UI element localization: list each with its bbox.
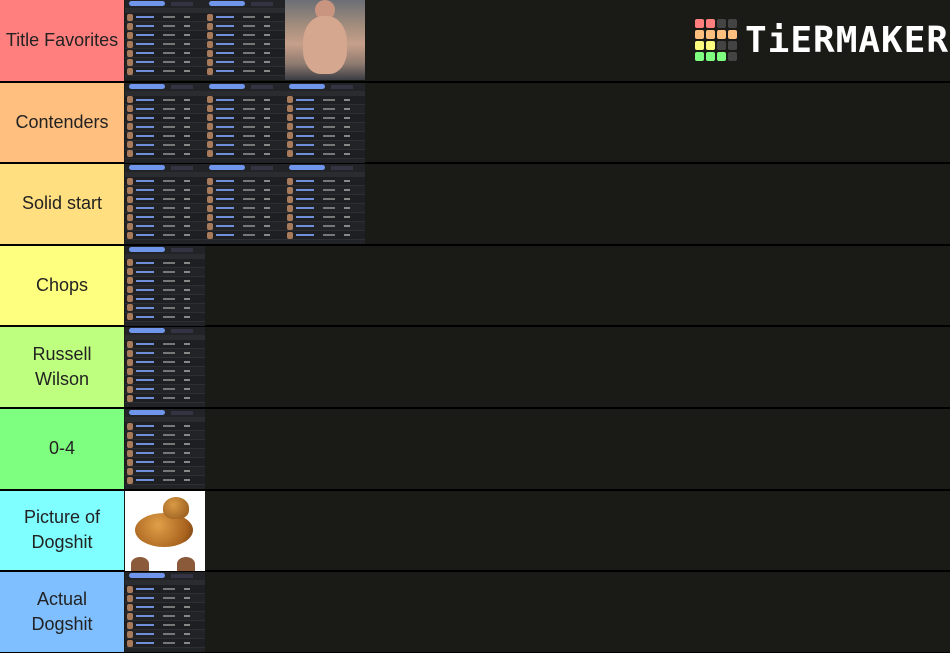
logo-grid-cell <box>728 41 737 50</box>
roster-screenshot[interactable] <box>205 82 285 163</box>
tier-board: Title Favorites Contenders Solid start Chop… <box>0 0 950 653</box>
tier-items <box>124 490 950 571</box>
roster-screenshot[interactable] <box>125 572 205 653</box>
logo-grid-cell <box>706 52 715 61</box>
logo-grid-cell <box>706 30 715 39</box>
logo-text: TiERMAKER <box>745 19 950 61</box>
tier-label[interactable]: 0-4 <box>0 409 124 489</box>
logo-grid-cell <box>695 41 704 50</box>
roster-screenshot[interactable] <box>285 164 365 245</box>
logo-grid-cell <box>695 52 704 61</box>
tier-items <box>124 164 950 245</box>
tier-label[interactable]: Title Favorites <box>0 0 124 81</box>
roster-screenshot[interactable] <box>205 164 285 245</box>
dog-poop-photo[interactable] <box>125 490 205 571</box>
logo-grid-cell <box>706 41 715 50</box>
roster-screenshot[interactable] <box>125 409 205 489</box>
logo-grid-cell <box>728 19 737 28</box>
tier-label[interactable]: Picture of Dogshit <box>0 490 124 571</box>
tier-items <box>124 409 950 489</box>
logo-grid-cell <box>695 19 704 28</box>
roster-screenshot[interactable] <box>125 245 205 326</box>
tier-row: Solid start <box>0 164 950 245</box>
tier-row: Contenders <box>0 82 950 163</box>
tier-items <box>124 245 950 326</box>
tier-label[interactable]: Actual Dogshit <box>0 572 124 652</box>
tier-row: Actual Dogshit <box>0 572 950 653</box>
roster-screenshot[interactable] <box>125 164 205 245</box>
roster-screenshot[interactable] <box>205 0 285 80</box>
tier-items <box>124 572 950 653</box>
tiermaker-logo[interactable]: TiERMAKER <box>695 19 949 61</box>
tier-label[interactable]: Contenders <box>0 82 124 163</box>
tier-label[interactable]: Russell Wilson <box>0 327 124 407</box>
roster-screenshot[interactable] <box>125 82 205 163</box>
roster-screenshot[interactable] <box>285 82 365 163</box>
logo-grid-cell <box>706 19 715 28</box>
logo-grid-cell <box>717 19 726 28</box>
logo-grid-cell <box>695 30 704 39</box>
shirtless-man-photo[interactable] <box>285 0 365 80</box>
tier-items <box>124 82 950 163</box>
tier-row: Chops <box>0 245 950 326</box>
tier-row: Russell Wilson <box>0 327 950 408</box>
tier-label[interactable]: Chops <box>0 245 124 326</box>
tier-row: Picture of Dogshit <box>0 490 950 571</box>
logo-grid-cell <box>717 52 726 61</box>
logo-grid-cell <box>728 52 737 61</box>
logo-grid-cell <box>728 30 737 39</box>
roster-screenshot[interactable] <box>125 327 205 408</box>
tier-items <box>124 327 950 408</box>
logo-grid-cell <box>717 41 726 50</box>
roster-screenshot[interactable] <box>125 0 205 80</box>
tier-row: 0-4 <box>0 409 950 489</box>
logo-grid-cell <box>717 30 726 39</box>
logo-grid-icon <box>695 19 737 61</box>
tier-label[interactable]: Solid start <box>0 164 124 244</box>
